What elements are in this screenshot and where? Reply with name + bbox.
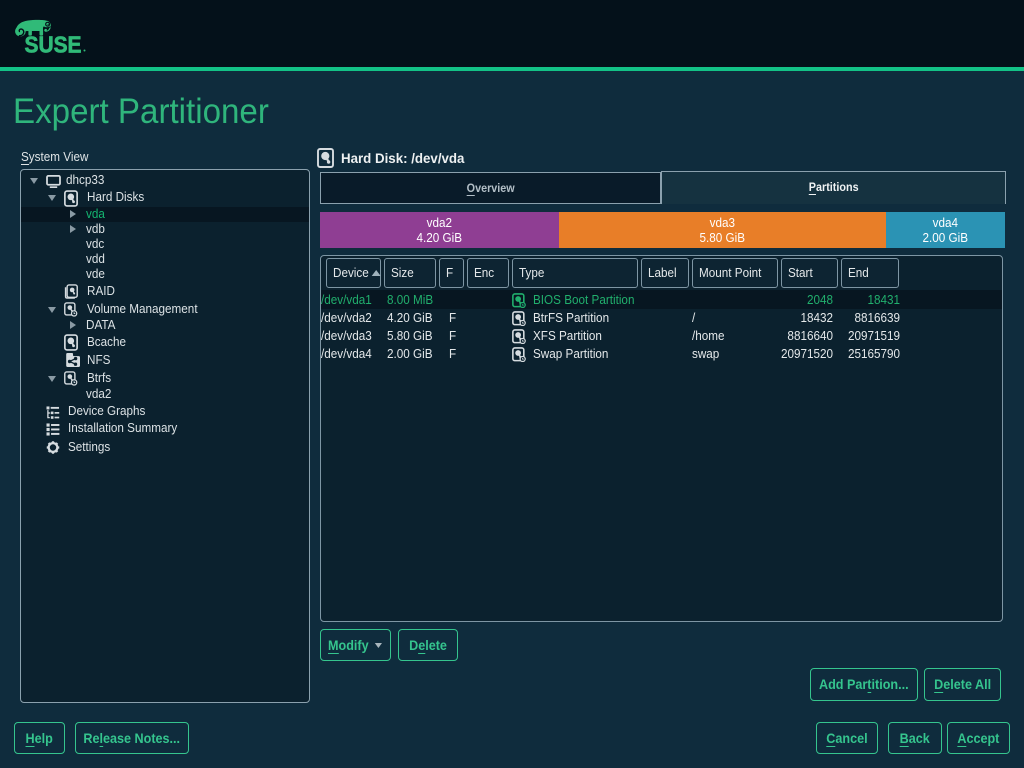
svg-text:SUSE: SUSE <box>25 31 82 55</box>
